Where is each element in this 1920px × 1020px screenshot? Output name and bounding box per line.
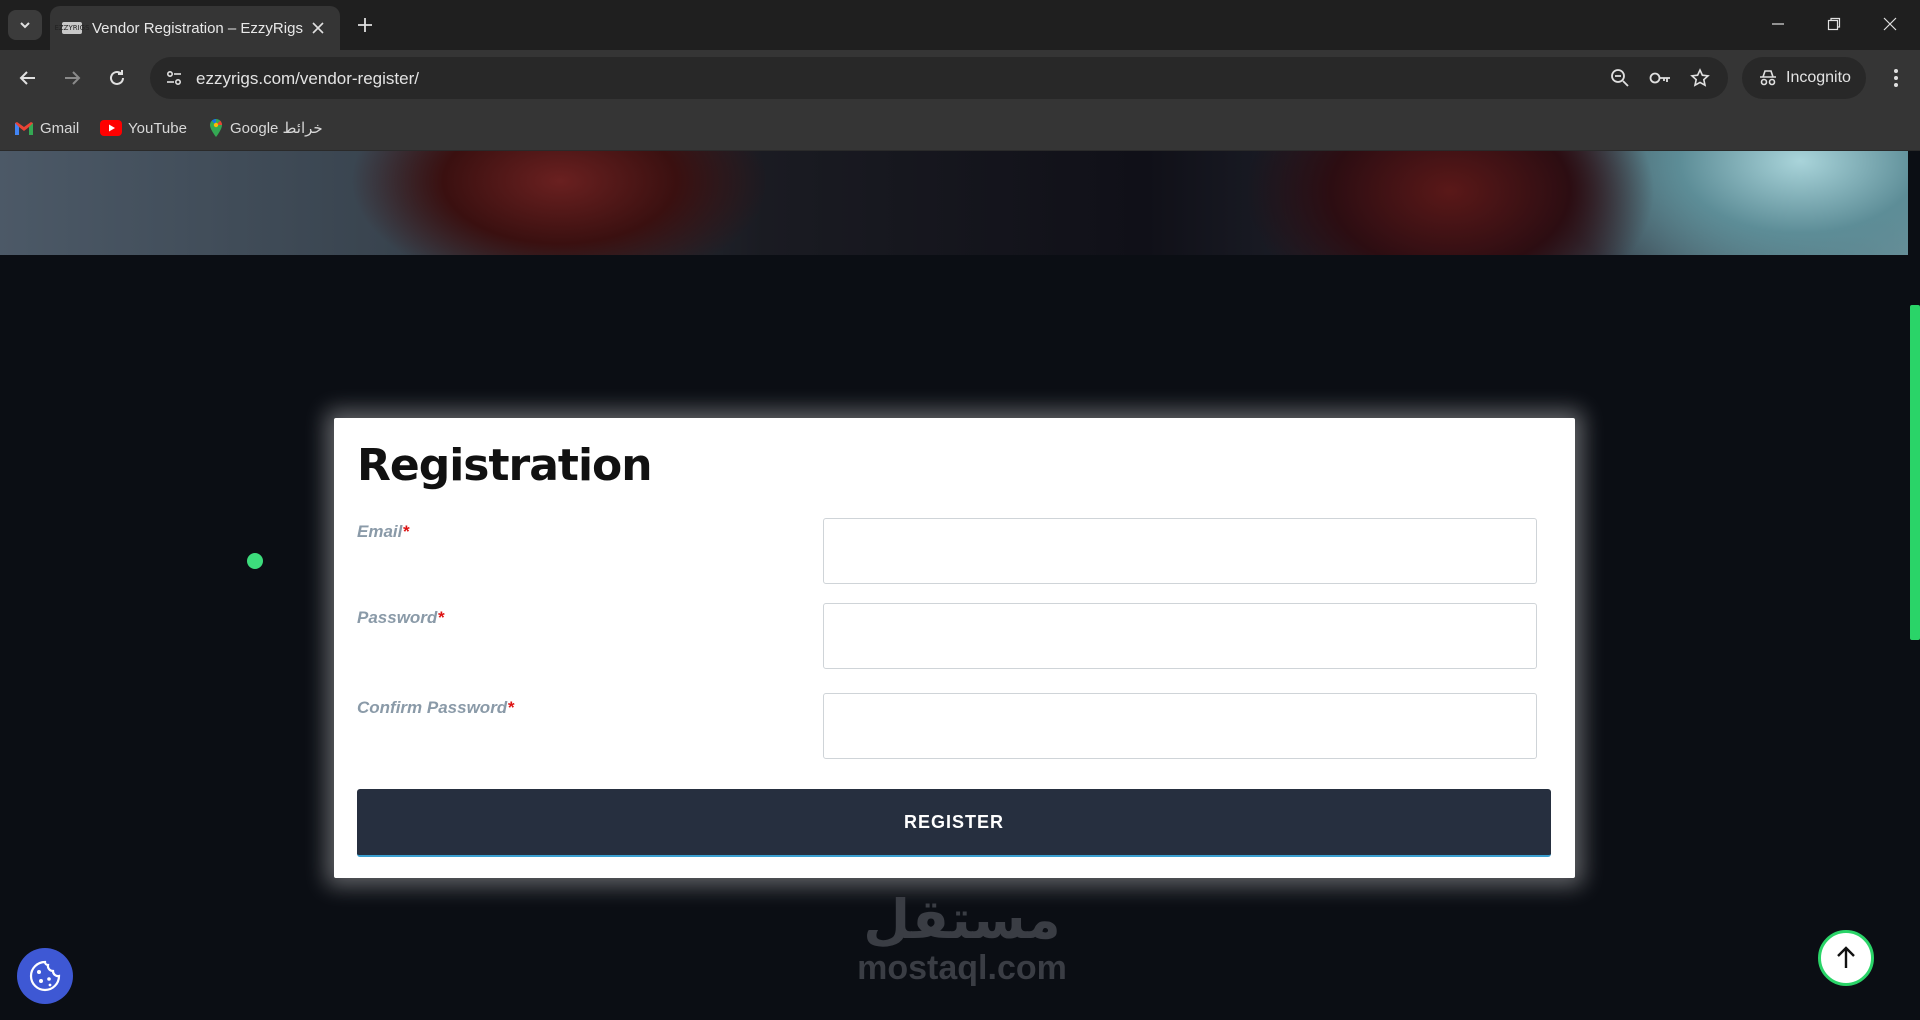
arrow-left-icon bbox=[19, 71, 35, 85]
tune-icon bbox=[166, 70, 182, 86]
bookmark-star-button[interactable] bbox=[1688, 66, 1712, 90]
arrow-right-icon bbox=[65, 71, 81, 85]
youtube-icon bbox=[100, 120, 122, 136]
incognito-label: Incognito bbox=[1786, 69, 1851, 86]
close-window-button[interactable] bbox=[1870, 8, 1910, 40]
tab-search-button[interactable] bbox=[8, 10, 42, 40]
tab-close-button[interactable] bbox=[308, 18, 328, 38]
bookmarks-bar: Gmail YouTube Google خرائط bbox=[0, 106, 1920, 151]
bookmark-label: Google خرائط bbox=[230, 120, 323, 137]
zoom-button[interactable] bbox=[1608, 66, 1632, 90]
password-manager-button[interactable] bbox=[1648, 66, 1672, 90]
incognito-indicator[interactable]: Incognito bbox=[1742, 57, 1866, 99]
browser-menu-button[interactable] bbox=[1880, 62, 1912, 94]
reload-button[interactable] bbox=[101, 62, 133, 94]
confirm-password-field[interactable] bbox=[823, 693, 1537, 759]
incognito-icon bbox=[1760, 70, 1776, 86]
confirm-password-label: Confirm Password* bbox=[357, 698, 514, 717]
password-label: Password* bbox=[357, 608, 444, 627]
bookmark-gmail[interactable]: Gmail bbox=[14, 116, 79, 140]
url-text[interactable]: ezzyrigs.com/vendor-register/ bbox=[196, 69, 419, 89]
address-bar[interactable]: ezzyrigs.com/vendor-register/ bbox=[150, 57, 1728, 99]
form-title: Registration bbox=[357, 440, 653, 491]
restore-icon bbox=[1827, 17, 1841, 31]
close-icon bbox=[312, 22, 324, 34]
restore-button[interactable] bbox=[1814, 8, 1854, 40]
back-button[interactable] bbox=[12, 62, 44, 94]
new-tab-button[interactable] bbox=[352, 12, 378, 38]
site-info-button[interactable] bbox=[160, 64, 188, 92]
email-label: Email* bbox=[357, 522, 409, 541]
scroll-to-top-button[interactable] bbox=[1818, 930, 1874, 986]
tab-title: Vendor Registration – EzzyRigs bbox=[92, 19, 303, 37]
registration-form-card: Registration Email* Password* Confirm Pa… bbox=[334, 418, 1575, 878]
gmail-icon bbox=[15, 122, 33, 135]
cookie-settings-button[interactable] bbox=[17, 948, 73, 1004]
site-favicon-icon: EZZYRIGS bbox=[54, 22, 90, 34]
minimize-button[interactable] bbox=[1758, 8, 1798, 40]
bookmark-youtube[interactable]: YouTube bbox=[100, 116, 187, 140]
decorative-dot bbox=[247, 553, 263, 569]
reload-icon bbox=[110, 70, 124, 85]
star-icon bbox=[1690, 68, 1710, 87]
browser-tab-bar: EZZYRIGS Vendor Registration – EzzyRigs bbox=[0, 0, 1920, 50]
register-button[interactable]: REGISTER bbox=[357, 789, 1551, 857]
close-icon bbox=[1883, 17, 1897, 31]
bookmark-label: YouTube bbox=[128, 119, 187, 137]
bookmark-google-maps[interactable]: Google خرائط bbox=[208, 116, 323, 140]
required-mark: * bbox=[507, 698, 514, 717]
zoom-out-icon bbox=[1611, 69, 1629, 87]
hero-banner-image bbox=[0, 151, 1908, 255]
plus-icon bbox=[358, 18, 372, 32]
page-scrollbar-thumb[interactable] bbox=[1910, 305, 1920, 640]
browser-tab[interactable]: EZZYRIGS Vendor Registration – EzzyRigs bbox=[50, 6, 340, 50]
required-mark: * bbox=[402, 522, 409, 541]
google-maps-icon bbox=[210, 119, 222, 137]
minimize-icon bbox=[1772, 23, 1784, 25]
watermark-latin: mostaql.com bbox=[857, 949, 1067, 987]
forward-button[interactable] bbox=[56, 62, 88, 94]
arrow-up-icon bbox=[1837, 946, 1855, 968]
browser-toolbar: ezzyrigs.com/vendor-register/ Incognito bbox=[0, 50, 1920, 106]
cookie-icon bbox=[29, 960, 61, 992]
more-vertical-icon bbox=[1894, 69, 1898, 87]
chevron-down-icon bbox=[20, 22, 30, 29]
required-mark: * bbox=[437, 608, 444, 627]
email-field[interactable] bbox=[823, 518, 1537, 584]
bookmark-label: Gmail bbox=[40, 119, 80, 137]
key-icon bbox=[1649, 72, 1670, 84]
watermark-arabic: مستقل bbox=[863, 888, 1061, 951]
password-field[interactable] bbox=[823, 603, 1537, 669]
mostaql-watermark: مستقل mostaql.com bbox=[842, 888, 1082, 987]
